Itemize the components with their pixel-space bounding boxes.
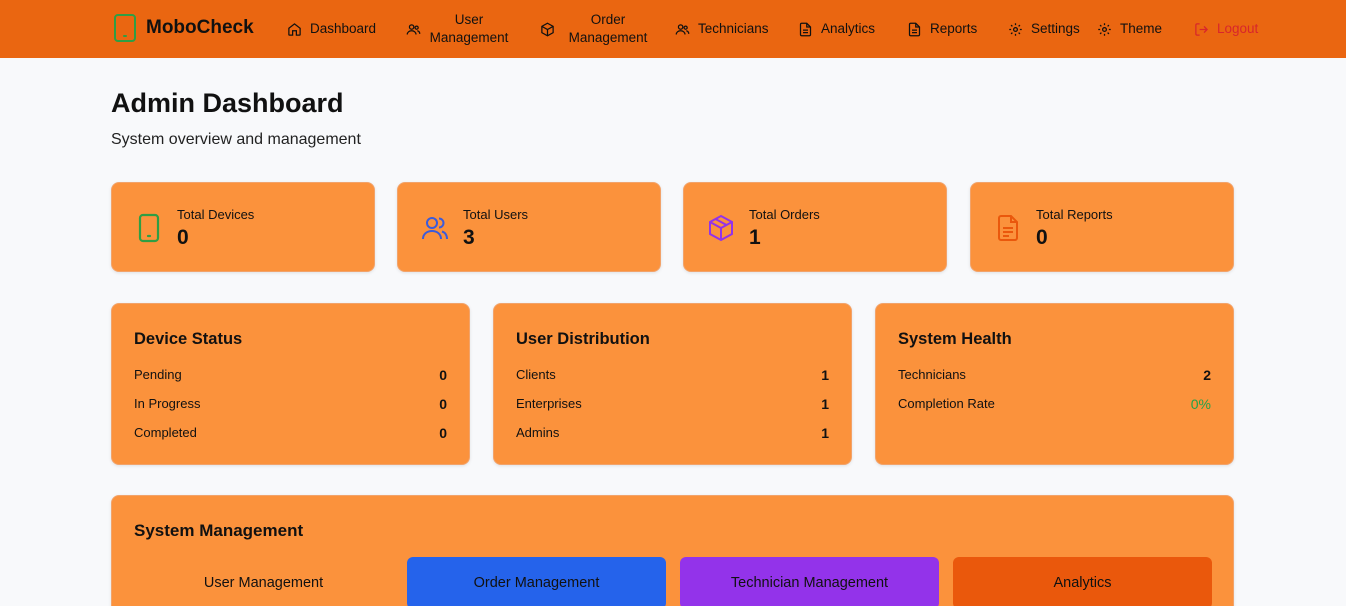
users-icon bbox=[406, 22, 421, 37]
stat-value: 0 bbox=[1036, 226, 1048, 249]
stat-value: 1 bbox=[749, 226, 761, 249]
brand[interactable]: MoboCheck bbox=[114, 14, 254, 42]
device-status-card: Device Status Pending 0 In Progress 0 Co… bbox=[111, 303, 470, 465]
nav-technicians[interactable]: Technicians bbox=[675, 0, 769, 58]
nav-label: Logout bbox=[1217, 21, 1259, 36]
stat-label: Total Devices bbox=[177, 207, 255, 222]
row-label: Pending bbox=[134, 367, 182, 382]
nav-order-management[interactable]: Order Management bbox=[540, 0, 653, 58]
nav-label: User Management bbox=[429, 12, 509, 45]
nav-label: Reports bbox=[930, 21, 978, 36]
stat-card-devices: Total Devices 0 bbox=[111, 182, 375, 272]
analytics-button[interactable]: Analytics bbox=[953, 557, 1212, 606]
health-row-technicians: Technicians 2 bbox=[898, 367, 1211, 383]
user-distribution-card: User Distribution Clients 1 Enterprises … bbox=[493, 303, 852, 465]
nav-label: Theme bbox=[1120, 21, 1163, 36]
package-icon bbox=[540, 22, 555, 37]
nav-analytics[interactable]: Analytics bbox=[798, 0, 875, 58]
system-health-card: System Health Technicians 2 Completion R… bbox=[875, 303, 1234, 465]
status-row-in-progress: In Progress 0 bbox=[134, 396, 447, 412]
gear-icon bbox=[1097, 22, 1112, 37]
stat-card-orders: Total Orders 1 bbox=[683, 182, 947, 272]
logout-button[interactable]: Logout bbox=[1194, 0, 1258, 58]
stat-card-reports: Total Reports 0 bbox=[970, 182, 1234, 272]
users-icon bbox=[675, 22, 690, 37]
row-label: Clients bbox=[516, 367, 556, 382]
page-title: Admin Dashboard bbox=[111, 88, 344, 118]
stat-label: Total Orders bbox=[749, 207, 820, 222]
user-management-button[interactable]: User Management bbox=[134, 557, 393, 606]
phone-icon bbox=[114, 14, 136, 42]
row-value: 0 bbox=[439, 425, 447, 441]
nav-user-management[interactable]: User Management bbox=[406, 0, 509, 58]
package-icon bbox=[707, 213, 735, 243]
file-text-icon bbox=[798, 22, 813, 37]
system-management-card: System Management User Management Order … bbox=[111, 495, 1234, 606]
stat-label: Total Users bbox=[463, 207, 529, 222]
phone-icon bbox=[135, 213, 163, 243]
nav-label: Order Management bbox=[568, 12, 648, 45]
row-label: Completed bbox=[134, 425, 197, 440]
file-text-icon bbox=[994, 213, 1022, 243]
nav-settings[interactable]: Settings bbox=[1008, 0, 1080, 58]
nav-theme[interactable]: Theme bbox=[1097, 0, 1162, 58]
status-row-pending: Pending 0 bbox=[134, 367, 447, 383]
distribution-row-clients: Clients 1 bbox=[516, 367, 829, 383]
distribution-row-enterprises: Enterprises 1 bbox=[516, 396, 829, 412]
file-text-icon bbox=[907, 22, 922, 37]
card-title: System Health bbox=[898, 330, 1012, 348]
stat-label: Total Reports bbox=[1036, 207, 1113, 222]
row-value: 0% bbox=[1190, 396, 1211, 412]
row-value: 1 bbox=[821, 396, 829, 412]
stat-value: 3 bbox=[463, 226, 475, 249]
row-label: Enterprises bbox=[516, 396, 582, 411]
nav-label: Analytics bbox=[821, 21, 876, 36]
nav-dashboard[interactable]: Dashboard bbox=[287, 0, 376, 58]
technician-management-button[interactable]: Technician Management bbox=[680, 557, 939, 606]
card-title: Device Status bbox=[134, 330, 243, 348]
gear-icon bbox=[1008, 22, 1023, 37]
nav-label: Settings bbox=[1031, 21, 1080, 36]
row-value: 0 bbox=[439, 396, 447, 412]
row-value: 0 bbox=[439, 367, 447, 383]
health-row-completion-rate: Completion Rate 0% bbox=[898, 396, 1211, 412]
order-management-button[interactable]: Order Management bbox=[407, 557, 666, 606]
card-title: System Management bbox=[134, 521, 304, 540]
nav-reports[interactable]: Reports bbox=[907, 0, 977, 58]
distribution-row-admins: Admins 1 bbox=[516, 425, 829, 441]
status-row-completed: Completed 0 bbox=[134, 425, 447, 441]
stat-card-users: Total Users 3 bbox=[397, 182, 661, 272]
row-value: 1 bbox=[821, 367, 829, 383]
row-label: Technicians bbox=[898, 367, 966, 382]
row-label: Admins bbox=[516, 425, 560, 440]
row-value: 2 bbox=[1203, 367, 1211, 383]
page-subtitle: System overview and management bbox=[111, 131, 361, 148]
row-label: Completion Rate bbox=[898, 396, 995, 411]
top-navbar: MoboCheck Dashboard User Management Orde… bbox=[0, 0, 1346, 58]
row-label: In Progress bbox=[134, 396, 201, 411]
logout-icon bbox=[1194, 22, 1209, 37]
nav-label: Technicians bbox=[698, 21, 769, 36]
stat-value: 0 bbox=[177, 226, 189, 249]
nav-label: Dashboard bbox=[310, 21, 377, 36]
row-value: 1 bbox=[821, 425, 829, 441]
card-title: User Distribution bbox=[516, 330, 650, 348]
brand-name: MoboCheck bbox=[146, 17, 254, 38]
users-icon bbox=[421, 213, 449, 243]
home-icon bbox=[287, 22, 302, 37]
